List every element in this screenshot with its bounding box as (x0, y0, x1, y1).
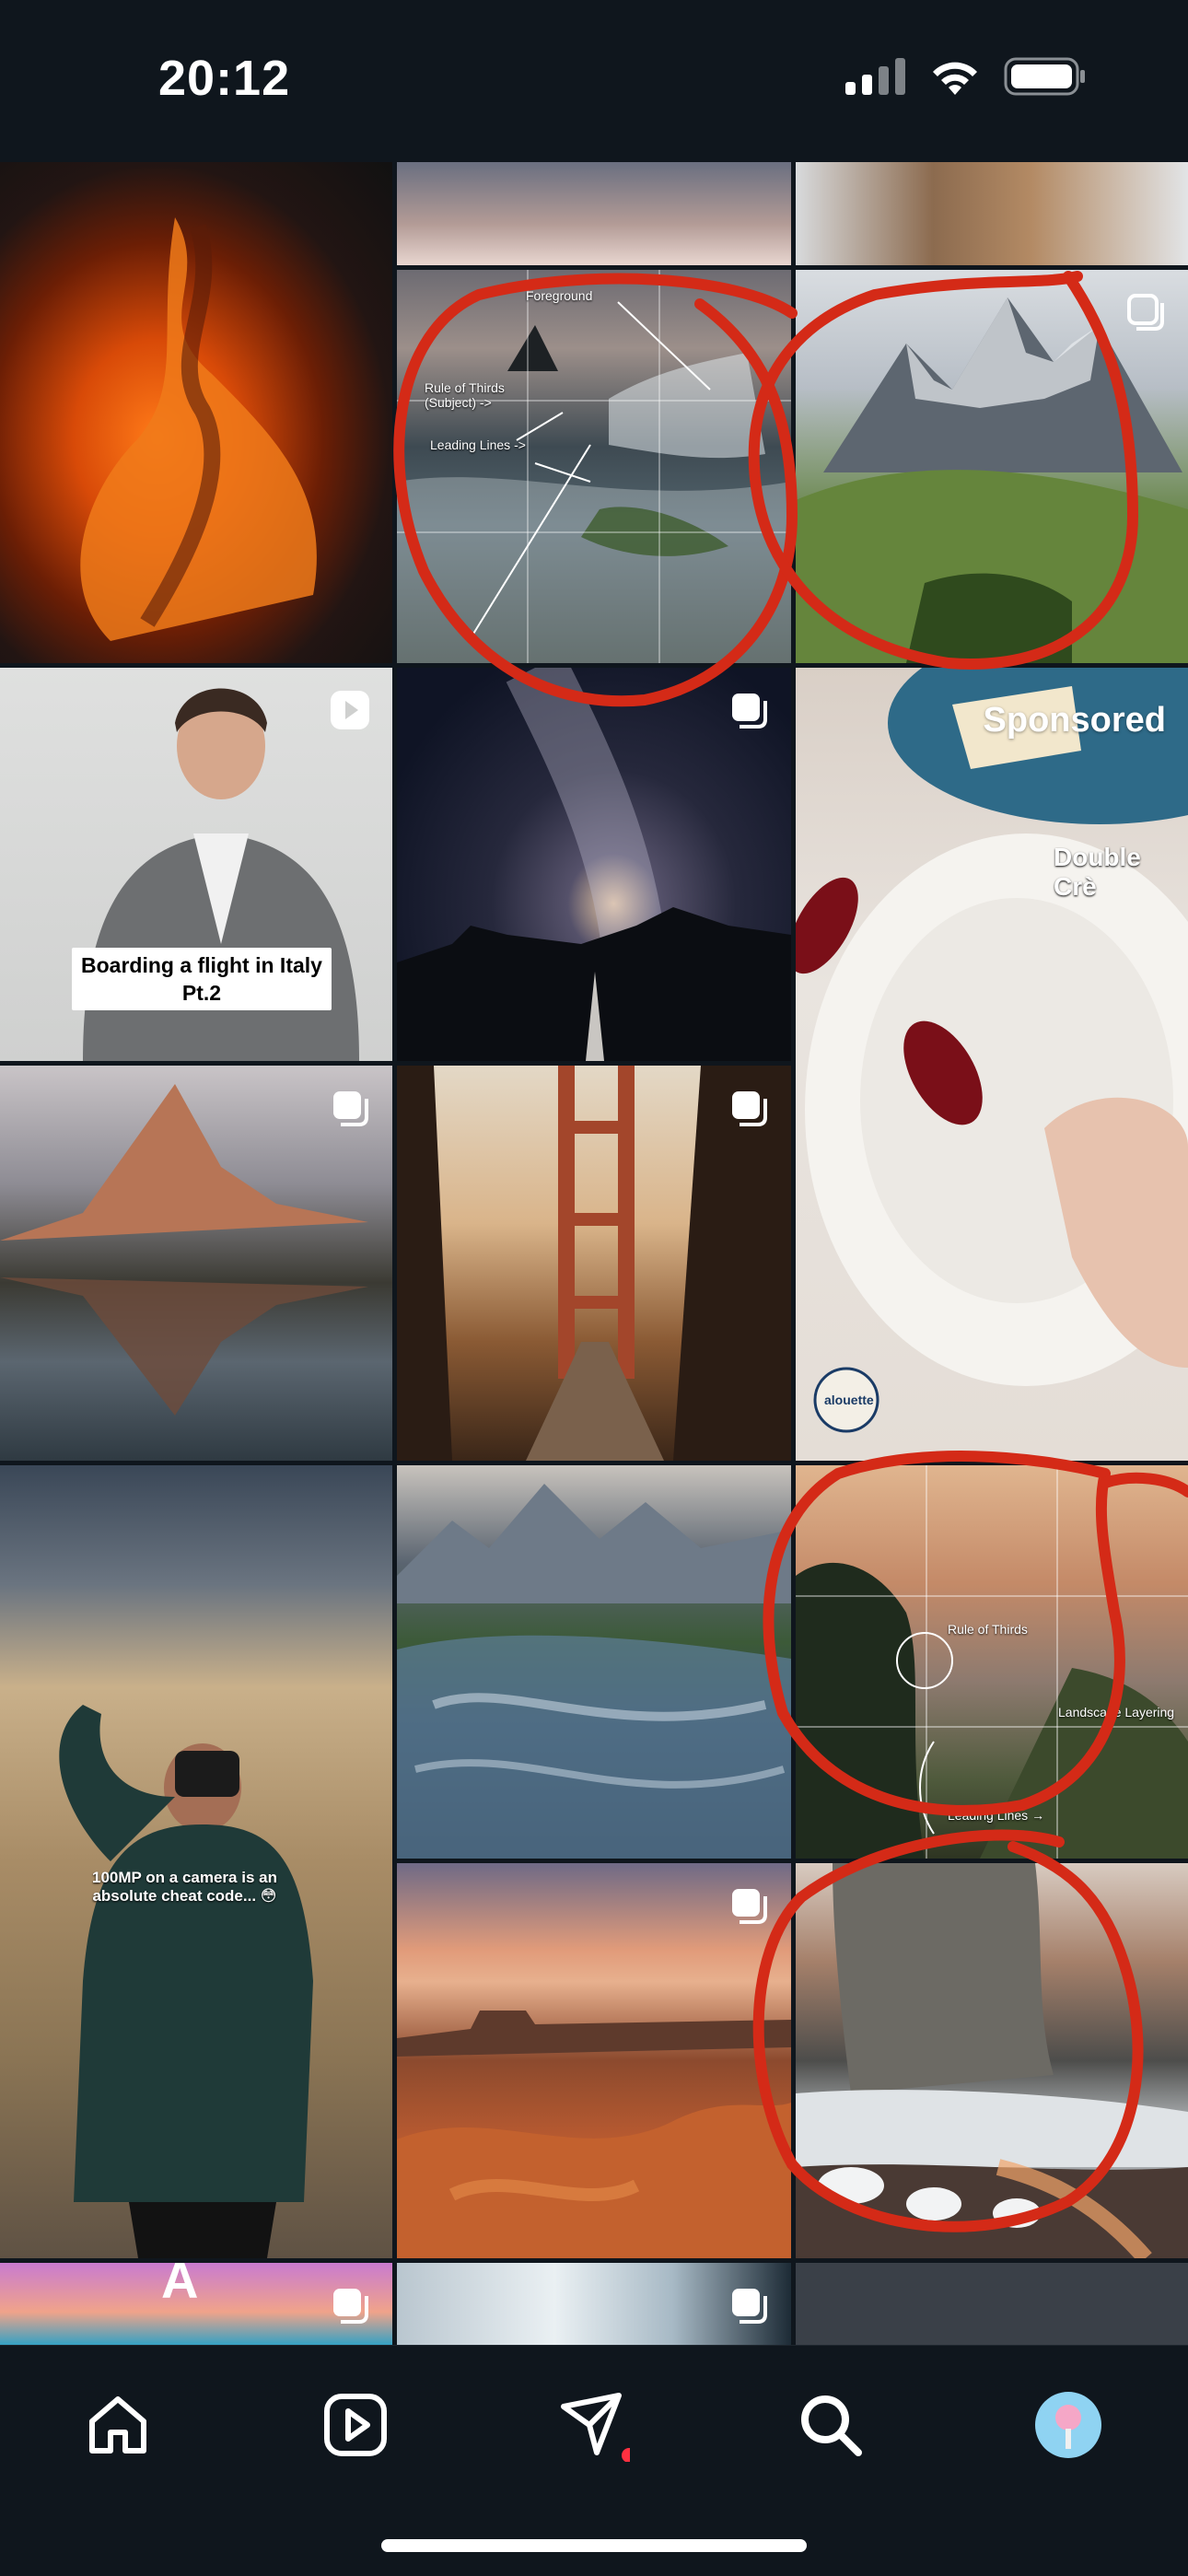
post-milky-way[interactable] (397, 668, 791, 1061)
reel-icon (331, 691, 369, 729)
post-sunset-partial[interactable]: A (0, 2263, 392, 2345)
search-icon (801, 2395, 862, 2456)
seascape-illustration (397, 270, 791, 663)
overlay-letter: A (161, 2263, 199, 2309)
foreground-label: Foreground (526, 288, 593, 303)
status-icons (845, 57, 1087, 96)
post-rule-of-thirds-seascape[interactable]: Foreground Rule of Thirds (Subject) -> L… (397, 270, 791, 663)
photographer-illustration (59, 1705, 313, 2258)
post-desert-canyon[interactable] (397, 1863, 791, 2258)
carousel-icon (732, 2289, 767, 2324)
post-sponsored-cheese[interactable]: Sponsored Double Crè alouette (796, 668, 1188, 1461)
cheese-illustration (796, 668, 1188, 1433)
home-indicator (381, 2539, 807, 2552)
post-waterfall-river[interactable] (397, 1465, 791, 1859)
post-mountain-reflection[interactable] (0, 1066, 392, 1461)
notification-dot (622, 2448, 630, 2462)
reel-caption: Boarding a flight in Italy Pt.2 (72, 948, 332, 1010)
carousel-icon (1127, 294, 1164, 331)
lava-flow-illustration (80, 217, 317, 641)
landscape-layering-label: Landscape Layering (1058, 1705, 1175, 1719)
post-sunset-top[interactable] (397, 162, 791, 265)
status-time: 20:12 (158, 51, 291, 106)
reels-icon (324, 2394, 387, 2456)
river-illustration (397, 1484, 791, 1859)
explore-grid: Foreground Rule of Thirds (Subject) -> L… (0, 162, 1188, 2345)
leading-lines-label: Leading Lines -> (430, 437, 526, 452)
carousel-icon (732, 1091, 767, 1126)
post-forest-composition[interactable]: Rule of Thirds Landscape Layering Leadin… (796, 1465, 1188, 1859)
battery-icon (1004, 57, 1085, 96)
messages-icon (561, 2393, 630, 2462)
leading-lines-label: Leading Lines → (948, 1808, 1045, 1823)
carousel-icon (732, 694, 767, 729)
reel-caption: 100MP on a camera is an absolute cheat c… (92, 1869, 277, 1905)
post-golden-gate[interactable] (397, 1066, 791, 1461)
wifi-icon (933, 62, 977, 95)
home-icon (89, 2396, 146, 2454)
status-bar: 20:12 (0, 0, 1188, 162)
carousel-icon (732, 1889, 767, 1924)
forest-illustration (796, 1465, 1188, 1859)
sponsored-label: Sponsored (983, 701, 1166, 740)
nav-messages[interactable] (554, 2386, 632, 2464)
post-lava[interactable] (0, 162, 392, 663)
post-ice-cave-partial[interactable] (397, 2263, 791, 2345)
post-snow-rocks-top[interactable] (796, 162, 1188, 265)
post-photographer-reel[interactable]: 100MP on a camera is an absolute cheat c… (0, 1465, 392, 2258)
cliff-illustration (796, 1863, 1188, 2258)
rule-of-thirds-label: Rule of Thirds (Subject) -> (425, 380, 505, 410)
nav-home[interactable] (79, 2386, 157, 2464)
product-text: Double Crè (1054, 843, 1141, 901)
nav-profile[interactable] (1030, 2386, 1107, 2464)
cellular-signal-icon (845, 58, 905, 95)
profile-avatar (1035, 2392, 1101, 2458)
post-flight-reel[interactable]: Boarding a flight in Italy Pt.2 (0, 668, 392, 1061)
rule-of-thirds-label: Rule of Thirds (948, 1622, 1028, 1637)
nav-reels[interactable] (317, 2386, 394, 2464)
brand-logo-text: alouette (824, 1393, 874, 1407)
post-empty-partial (796, 2263, 1188, 2345)
post-snowy-cliff[interactable] (796, 1863, 1188, 2258)
post-mountain-peaks[interactable] (796, 270, 1188, 663)
nav-search[interactable] (792, 2386, 869, 2464)
carousel-icon (333, 2289, 368, 2324)
carousel-icon (333, 1091, 368, 1126)
